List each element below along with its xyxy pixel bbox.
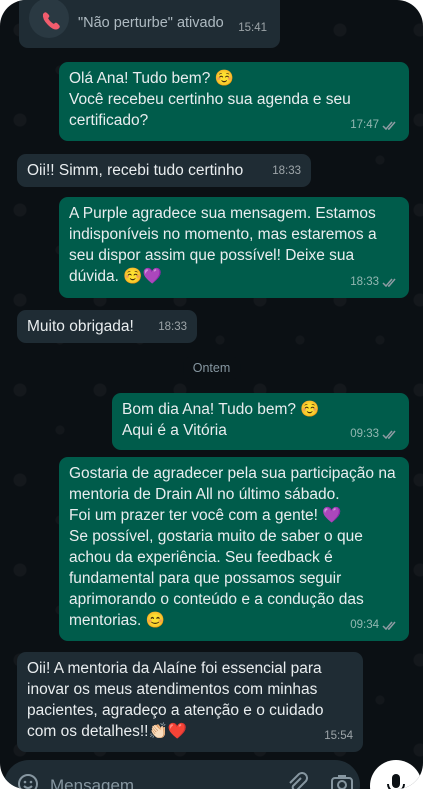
system-message-time: 15:41 [238,22,267,34]
emoji-icon[interactable] [16,772,40,789]
message-time: 18:33 [350,276,379,288]
missed-call-icon [29,0,69,38]
message-time: 17:47 [350,119,379,131]
attach-icon[interactable] [286,772,308,789]
read-ticks-icon [382,121,396,131]
message-time: 15:54 [324,730,353,742]
day-divider: Ontem [182,357,241,379]
message-text: Gostaria de agradecer pela sua participa… [69,465,396,629]
system-message-text: "Não perturbe" ativado [78,15,224,31]
message-text: Oii!! Simm, recebi tudo certinho [27,162,244,179]
read-ticks-icon [382,430,396,440]
mic-button[interactable] [370,760,422,789]
read-ticks-icon [382,278,396,288]
message-bubble-outgoing[interactable]: A Purple agradece sua mensagem. Estamos … [59,197,409,298]
mic-icon [387,774,405,789]
message-time: 18:33 [272,165,301,177]
system-message: "Não perturbe" ativado 15:41 [19,0,280,48]
message-bubble-outgoing[interactable]: Olá Ana! Tudo bem? ☺️ Você recebeu certi… [59,62,409,141]
message-bubble-outgoing[interactable]: Gostaria de agradecer pela sua participa… [59,457,409,641]
message-bubble-incoming[interactable]: Oii! A mentoria da Alaíne foi essencial … [17,652,363,752]
message-bubble-incoming[interactable]: Muito obrigada! 18:33 [17,310,197,343]
read-ticks-icon [382,621,396,631]
message-bubble-outgoing[interactable]: Bom dia Ana! Tudo bem? ☺️ Aqui é a Vitór… [112,393,409,450]
message-time: 18:33 [158,321,187,333]
message-input[interactable]: Mensagem [50,776,134,789]
message-text: Oii! A mentoria da Alaíne foi essencial … [27,660,324,740]
message-time: 09:33 [350,428,379,440]
camera-icon[interactable] [330,772,354,789]
message-composer[interactable]: Mensagem [4,760,360,789]
message-time: 09:34 [350,619,379,631]
chat-screen: "Não perturbe" ativado 15:41 Olá Ana! Tu… [0,0,423,789]
message-bubble-incoming[interactable]: Oii!! Simm, recebi tudo certinho 18:33 [17,154,311,187]
